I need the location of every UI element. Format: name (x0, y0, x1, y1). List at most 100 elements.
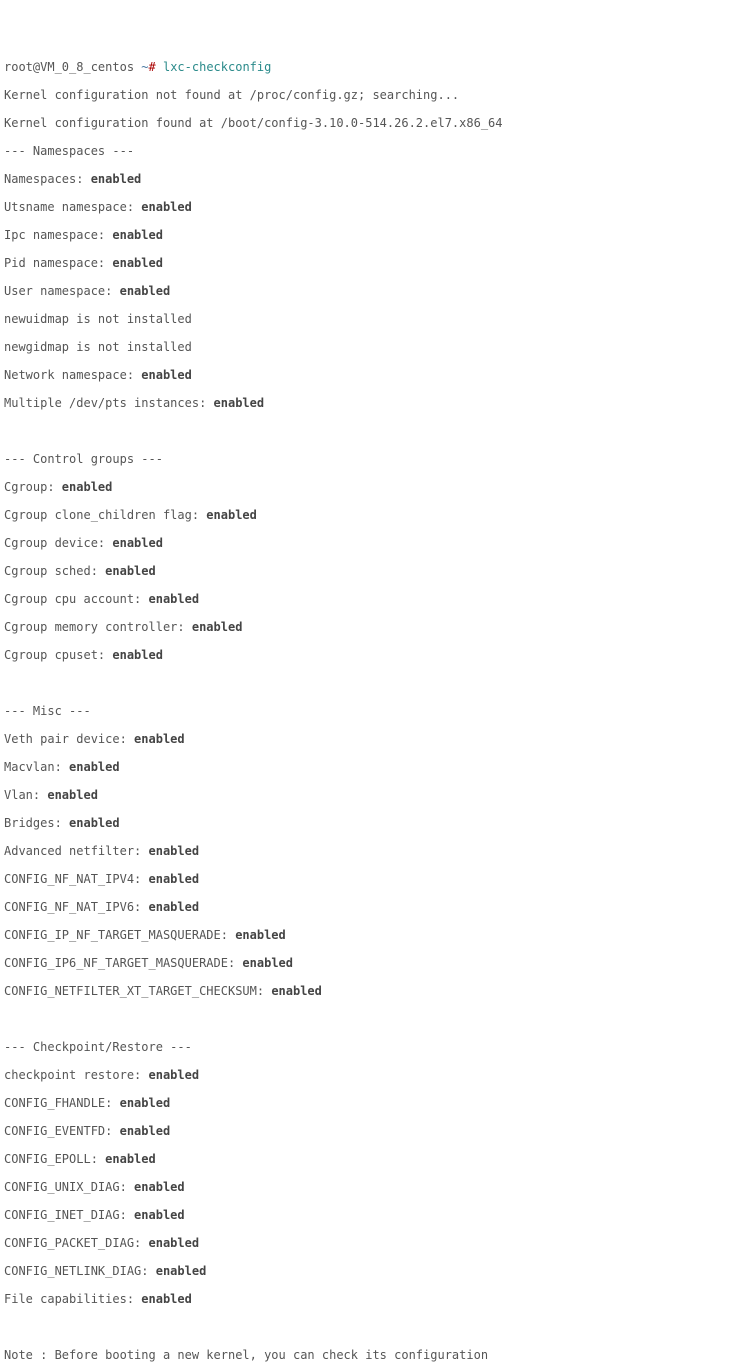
blank-line (4, 1320, 733, 1334)
config-line: CONFIG_NETFILTER_XT_TARGET_CHECKSUM: ena… (4, 984, 733, 998)
config-line: CONFIG_FHANDLE: enabled (4, 1096, 733, 1110)
config-line: CONFIG_EVENTFD: enabled (4, 1124, 733, 1138)
config-value: enabled (192, 620, 243, 634)
config-line: Pid namespace: enabled (4, 256, 733, 270)
config-value: enabled (149, 1236, 200, 1250)
config-line: Namespaces: enabled (4, 172, 733, 186)
config-value: enabled (69, 816, 120, 830)
config-value: enabled (69, 760, 120, 774)
config-value: enabled (206, 508, 257, 522)
config-label: Macvlan: (4, 760, 69, 774)
note-line: Note : Before booting a new kernel, you … (4, 1348, 733, 1362)
config-label: Pid namespace: (4, 256, 112, 270)
output-line: Kernel configuration not found at /proc/… (4, 88, 733, 102)
config-label: File capabilities: (4, 1292, 141, 1306)
prompt-line[interactable]: root@VM_0_8_centos ~# lxc-checkconfig (4, 60, 733, 74)
config-value: enabled (141, 368, 192, 382)
section-header: --- Misc --- (4, 704, 733, 718)
config-line: Cgroup clone_children flag: enabled (4, 508, 733, 522)
config-value: enabled (149, 1068, 200, 1082)
config-line: Bridges: enabled (4, 816, 733, 830)
config-value: enabled (149, 592, 200, 606)
config-line: Network namespace: enabled (4, 368, 733, 382)
config-line: CONFIG_EPOLL: enabled (4, 1152, 733, 1166)
config-value: enabled (112, 536, 163, 550)
config-line: User namespace: enabled (4, 284, 733, 298)
config-value: enabled (112, 648, 163, 662)
config-value: enabled (141, 1292, 192, 1306)
config-value: enabled (112, 228, 163, 242)
config-line: Vlan: enabled (4, 788, 733, 802)
config-label: Utsname namespace: (4, 200, 141, 214)
blank-line (4, 1012, 733, 1026)
config-label: Multiple /dev/pts instances: (4, 396, 214, 410)
prompt-cwd: ~ (141, 60, 148, 74)
config-value: enabled (156, 1264, 207, 1278)
output-line: Kernel configuration found at /boot/conf… (4, 116, 733, 130)
prompt-user-host: root@VM_0_8_centos (4, 60, 141, 74)
config-label: Cgroup device: (4, 536, 112, 550)
command-text: lxc-checkconfig (163, 60, 271, 74)
config-label: Cgroup cpu account: (4, 592, 149, 606)
config-line: checkpoint restore: enabled (4, 1068, 733, 1082)
config-value: enabled (242, 956, 293, 970)
config-line: Cgroup device: enabled (4, 536, 733, 550)
config-value: enabled (134, 1180, 185, 1194)
config-value: enabled (235, 928, 286, 942)
section-header: --- Namespaces --- (4, 144, 733, 158)
config-value: enabled (141, 200, 192, 214)
config-label: checkpoint restore: (4, 1068, 149, 1082)
config-value: enabled (149, 844, 200, 858)
config-value: enabled (134, 732, 185, 746)
config-label: Namespaces: (4, 172, 91, 186)
config-label: Network namespace: (4, 368, 141, 382)
config-label: CONFIG_IP_NF_TARGET_MASQUERADE: (4, 928, 235, 942)
config-line: Macvlan: enabled (4, 760, 733, 774)
config-value: enabled (271, 984, 322, 998)
config-label: User namespace: (4, 284, 120, 298)
config-line: Cgroup sched: enabled (4, 564, 733, 578)
config-value: enabled (120, 284, 171, 298)
config-label: Vlan: (4, 788, 47, 802)
config-label: CONFIG_IP6_NF_TARGET_MASQUERADE: (4, 956, 242, 970)
config-value: enabled (134, 1208, 185, 1222)
config-line: CONFIG_IP6_NF_TARGET_MASQUERADE: enabled (4, 956, 733, 970)
config-label: Ipc namespace: (4, 228, 112, 242)
config-line: CONFIG_NETLINK_DIAG: enabled (4, 1264, 733, 1278)
config-label: Cgroup cpuset: (4, 648, 112, 662)
config-value: enabled (214, 396, 265, 410)
section-header: --- Checkpoint/Restore --- (4, 1040, 733, 1054)
config-value: enabled (120, 1124, 171, 1138)
prompt-symbol: # (149, 60, 163, 74)
config-label: Cgroup: (4, 480, 62, 494)
config-label: Veth pair device: (4, 732, 134, 746)
config-label: CONFIG_NETLINK_DIAG: (4, 1264, 156, 1278)
config-value: enabled (105, 1152, 156, 1166)
config-value: enabled (149, 872, 200, 886)
config-line: CONFIG_NF_NAT_IPV6: enabled (4, 900, 733, 914)
config-line: Multiple /dev/pts instances: enabled (4, 396, 733, 410)
config-line: Veth pair device: enabled (4, 732, 733, 746)
config-line: CONFIG_UNIX_DIAG: enabled (4, 1180, 733, 1194)
config-line: Utsname namespace: enabled (4, 200, 733, 214)
config-label: CONFIG_FHANDLE: (4, 1096, 120, 1110)
config-label: CONFIG_UNIX_DIAG: (4, 1180, 134, 1194)
config-line: Cgroup: enabled (4, 480, 733, 494)
output-line: newuidmap is not installed (4, 312, 733, 326)
section-header: --- Control groups --- (4, 452, 733, 466)
config-value: enabled (112, 256, 163, 270)
config-label: CONFIG_INET_DIAG: (4, 1208, 134, 1222)
config-label: CONFIG_NETFILTER_XT_TARGET_CHECKSUM: (4, 984, 271, 998)
config-label: Cgroup memory controller: (4, 620, 192, 634)
config-label: Advanced netfilter: (4, 844, 149, 858)
config-value: enabled (149, 900, 200, 914)
config-label: CONFIG_NF_NAT_IPV4: (4, 872, 149, 886)
config-label: CONFIG_NF_NAT_IPV6: (4, 900, 149, 914)
config-label: Cgroup sched: (4, 564, 105, 578)
blank-line (4, 676, 733, 690)
config-line: CONFIG_IP_NF_TARGET_MASQUERADE: enabled (4, 928, 733, 942)
config-value: enabled (62, 480, 113, 494)
config-line: CONFIG_PACKET_DIAG: enabled (4, 1236, 733, 1250)
config-value: enabled (47, 788, 98, 802)
output-line: newgidmap is not installed (4, 340, 733, 354)
